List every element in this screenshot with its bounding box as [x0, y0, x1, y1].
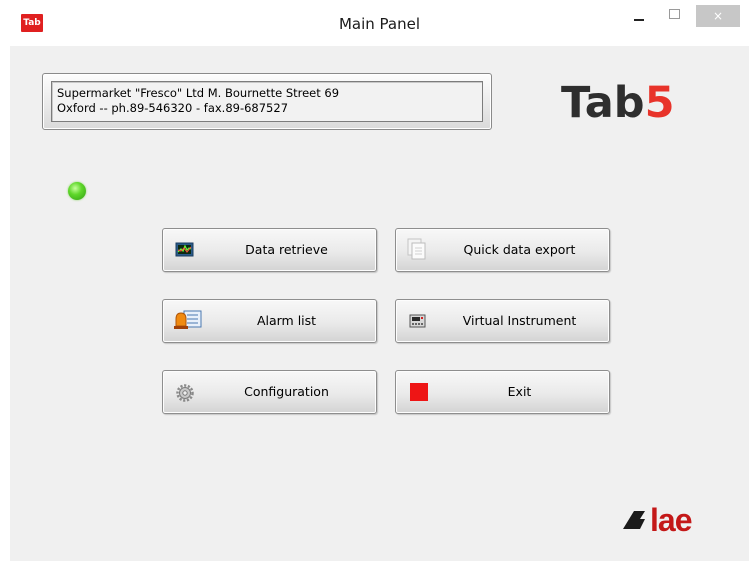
- configuration-button[interactable]: Configuration: [162, 370, 377, 414]
- instrument-panel-icon: [408, 312, 428, 330]
- minimize-button[interactable]: [625, 8, 653, 30]
- site-info-panel: Supermarket "Fresco" Ltd M. Bournette St…: [42, 73, 492, 130]
- virtual-instrument-label: Virtual Instrument: [462, 313, 577, 328]
- chart-monitor-icon: [175, 241, 195, 259]
- tab5-logo: Tab5: [561, 78, 675, 128]
- quick-data-export-button[interactable]: Quick data export: [395, 228, 610, 272]
- tab5-logo-suffix: 5: [644, 78, 675, 128]
- exit-label: Exit: [507, 384, 532, 399]
- data-retrieve-button[interactable]: Data retrieve: [162, 228, 377, 272]
- alarm-list-button[interactable]: Alarm list: [162, 299, 377, 343]
- virtual-instrument-button[interactable]: Virtual Instrument: [395, 299, 610, 343]
- quick-data-export-label: Quick data export: [463, 242, 576, 257]
- site-info-line-2: Oxford -- ph.89-546320 - fax.89-687527: [57, 101, 289, 115]
- configuration-label: Configuration: [244, 384, 329, 399]
- lae-logo-mark: [623, 511, 645, 529]
- data-retrieve-label: Data retrieve: [245, 242, 328, 257]
- site-info-line-1: Supermarket "Fresco" Ltd M. Bournette St…: [57, 86, 340, 100]
- red-square-icon: [410, 383, 430, 401]
- exit-button[interactable]: Exit: [395, 370, 610, 414]
- status-led-indicator: [68, 182, 86, 200]
- main-panel-window: Tab Main Panel × Supermarket "Fresco" Lt…: [10, 0, 749, 561]
- gear-icon: [175, 383, 195, 402]
- close-button[interactable]: ×: [696, 5, 740, 27]
- tab5-logo-prefix: Tab: [561, 78, 645, 128]
- alarm-list-label: Alarm list: [256, 313, 317, 328]
- lae-logo-text: lae: [650, 502, 692, 538]
- documents-icon: [407, 238, 428, 260]
- maximize-button[interactable]: [660, 8, 688, 30]
- site-info-display: Supermarket "Fresco" Ltd M. Bournette St…: [51, 81, 483, 122]
- title-bar: Tab Main Panel ×: [10, 0, 749, 46]
